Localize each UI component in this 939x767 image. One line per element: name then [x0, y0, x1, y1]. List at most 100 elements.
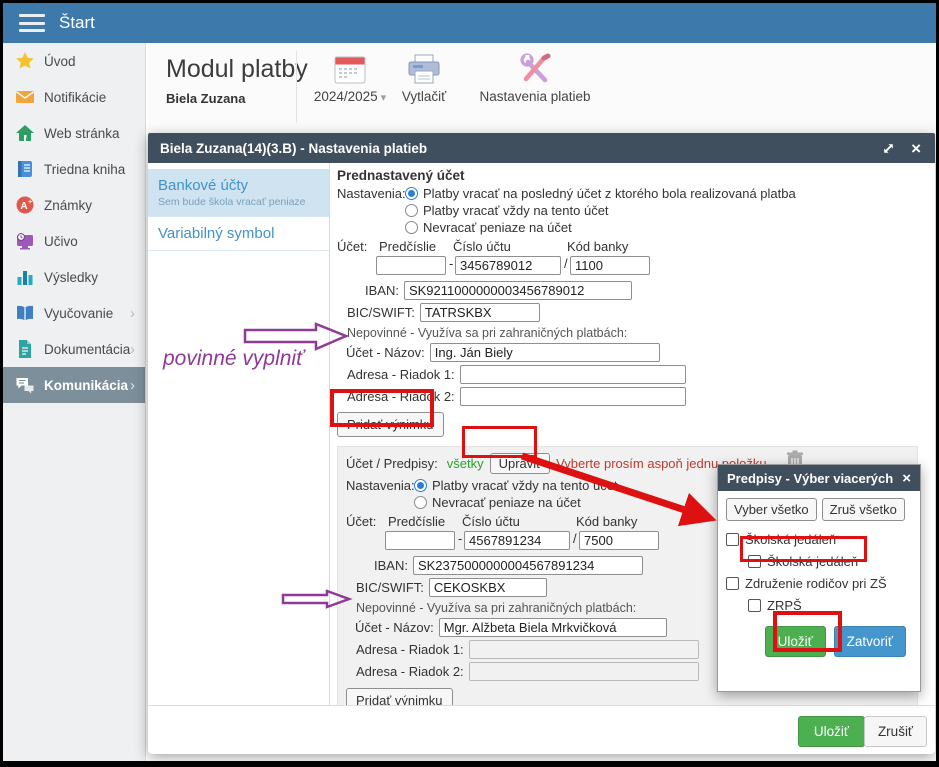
sidebar-item-vyu-ovanie[interactable]: Vyučovanie› — [3, 295, 145, 331]
school-year-selector[interactable]: 2024/2025▾ — [306, 53, 394, 104]
prefix-column-label: Predčíslie — [379, 239, 436, 254]
number-column-label: Číslo účtu — [453, 239, 511, 254]
sidebar-item-komunik-cia[interactable]: Komunikácia› — [3, 367, 145, 403]
checkbox-row-zdruzenie-rodicov[interactable]: Združenie rodičov pri ZŠ — [726, 572, 912, 594]
popup-title: Predpisy - Výber viacerých — [727, 471, 902, 486]
radio-icon[interactable] — [414, 496, 427, 509]
account1-address2-row: Adresa - Riadok 2: — [337, 387, 935, 406]
payment-settings-label: Nastavenia platieb — [479, 89, 590, 104]
radio-icon[interactable] — [414, 479, 427, 492]
chevron-right-icon: › — [130, 305, 135, 322]
openbook-icon — [15, 303, 35, 323]
account2-name-input[interactable] — [439, 618, 667, 637]
popup-close-icon[interactable]: × — [902, 471, 911, 486]
add-exception-button[interactable]: Pridať výnimku — [337, 412, 444, 437]
radio-exc-return-this-account[interactable]: Platby vracať vždy na tento účet — [414, 477, 618, 494]
popup-save-button[interactable]: Uložiť — [765, 626, 826, 657]
dialog-save-button[interactable]: Uložiť — [798, 716, 865, 747]
checkbox-icon[interactable] — [726, 533, 739, 546]
sidebar-item-triedna-kniha[interactable]: Triedna kniha — [3, 151, 145, 187]
checkbox-icon[interactable] — [748, 599, 761, 612]
account1-bic-input[interactable] — [420, 303, 540, 322]
account1-iban-row: IBAN: — [337, 281, 935, 300]
account1-iban-input[interactable] — [404, 281, 632, 300]
sidebar-item-label: Triedna kniha — [44, 162, 125, 177]
dialog-footer: Uložiť Zrušiť — [148, 705, 935, 754]
radio-return-this-account[interactable]: Platby vracať vždy na tento účet — [405, 202, 796, 219]
edit-predpisy-button[interactable]: Upraviť — [490, 453, 550, 474]
sidebar: Úvod NotifikácieWeb stránka Triedna kniha A… — [3, 43, 146, 761]
barchart-icon — [15, 267, 35, 287]
account1-number-input[interactable] — [455, 256, 561, 275]
account1-address1-row: Adresa - Riadok 1: — [337, 365, 935, 384]
checkbox-icon[interactable] — [748, 555, 761, 568]
sidebar-item-label: Úvod — [44, 54, 76, 69]
checkbox-label: Školská jedáleň — [767, 554, 858, 569]
tab-bank-accounts-subtitle: Sem bude škola vracať peniaze — [158, 196, 319, 208]
account1-bic-row: BIC/SWIFT: — [337, 303, 935, 322]
account1-name-input[interactable] — [430, 343, 660, 362]
account2-prefix-input[interactable] — [385, 531, 455, 550]
predpisy-value: všetky — [447, 456, 484, 471]
bank-code-column-label: Kód banky — [567, 239, 628, 254]
iban-label: IBAN: — [365, 283, 399, 298]
sidebar-item-u-ivo[interactable]: Učivo — [3, 223, 145, 259]
radio-label: Platby vracať vždy na tento účet — [423, 203, 609, 218]
print-button[interactable]: Vytlačiť — [394, 53, 454, 104]
svg-text:A: A — [20, 201, 27, 212]
dash-separator: - — [458, 531, 462, 546]
radio-exc-no-return[interactable]: Nevracať peniaze na účet — [414, 494, 618, 511]
popup-titlebar: Predpisy - Výber viacerých × — [718, 465, 920, 491]
dialog-title: Biela Zuzana(14)(3.B) - Nastavenia plati… — [160, 141, 882, 156]
sidebar-item-label: Známky — [44, 198, 92, 213]
caret-down-icon: ▾ — [381, 92, 387, 104]
dialog-resize-icon[interactable] — [882, 142, 895, 155]
popup-close-button[interactable]: Zatvoriť — [834, 626, 906, 657]
account2-bank-code-input[interactable] — [579, 531, 659, 550]
dialog-cancel-button[interactable]: Zrušiť — [864, 716, 927, 747]
account1-prefix-input[interactable] — [376, 256, 446, 275]
hamburger-menu-icon[interactable] — [19, 14, 45, 32]
sidebar-item-dokument-cia[interactable]: Dokumentácia› — [3, 331, 145, 367]
account2-address2-input[interactable] — [469, 662, 699, 681]
checkbox-row-zrps[interactable]: ZRPŠ — [748, 594, 912, 616]
grade-icon: A+ — [15, 195, 35, 215]
account2-number-input[interactable] — [464, 531, 570, 550]
tab-variable-symbol[interactable]: Variabilný symbol — [148, 217, 329, 251]
tab-bank-accounts[interactable]: Bankové účty Sem bude škola vracať penia… — [148, 169, 329, 217]
predpisy-label: Účet / Predpisy: — [346, 456, 438, 471]
radio-icon[interactable] — [405, 187, 418, 200]
payment-settings-button[interactable]: Nastavenia platieb — [470, 53, 600, 104]
account2-bic-input[interactable] — [429, 578, 547, 597]
account1-address1-input[interactable] — [460, 365, 686, 384]
calendar-icon — [333, 53, 367, 85]
optional-note: Nepovinné - Využíva sa pri zahraničných … — [337, 326, 935, 340]
select-all-button[interactable]: Vyber všetko — [726, 498, 817, 521]
radio-icon[interactable] — [405, 221, 418, 234]
sidebar-item--vod[interactable]: Úvod — [3, 43, 145, 79]
account1-number-grid: Účet: Predčíslie Číslo účtu Kód banky - … — [337, 239, 935, 278]
checkbox-row-skolska-jedalen-2[interactable]: Školská jedáleň — [748, 550, 912, 572]
deselect-all-button[interactable]: Zruš všetko — [822, 498, 905, 521]
sidebar-item-zn-mky[interactable]: A+ Známky — [3, 187, 145, 223]
chevron-right-icon: › — [130, 341, 135, 358]
radio-icon[interactable] — [405, 204, 418, 217]
dialog-titlebar: Biela Zuzana(14)(3.B) - Nastavenia plati… — [148, 133, 935, 163]
start-menu-label[interactable]: Štart — [59, 13, 95, 33]
radio-return-last-account[interactable]: Platby vracať na posledný účet z ktorého… — [405, 185, 796, 202]
account1-bank-code-input[interactable] — [570, 256, 650, 275]
star-icon — [15, 51, 35, 71]
account2-iban-input[interactable] — [413, 556, 643, 575]
checkbox-label: Združenie rodičov pri ZŠ — [745, 576, 887, 591]
sidebar-item-web-str-nka[interactable]: Web stránka — [3, 115, 145, 151]
account1-address2-input[interactable] — [460, 387, 686, 406]
address2-label: Adresa - Riadok 2: — [347, 389, 455, 404]
bank-code-column-label: Kód banky — [576, 514, 637, 529]
sidebar-item-notifik-cie[interactable]: Notifikácie — [3, 79, 145, 115]
checkbox-icon[interactable] — [726, 577, 739, 590]
dialog-close-icon[interactable]: × — [911, 140, 921, 157]
sidebar-item-v-sledky[interactable]: Výsledky — [3, 259, 145, 295]
radio-no-return[interactable]: Nevracať peniaze na účet — [405, 219, 796, 236]
checkbox-row-skolska-jedalen-1[interactable]: Školská jedáleň — [726, 528, 912, 550]
account2-address1-input[interactable] — [469, 640, 699, 659]
